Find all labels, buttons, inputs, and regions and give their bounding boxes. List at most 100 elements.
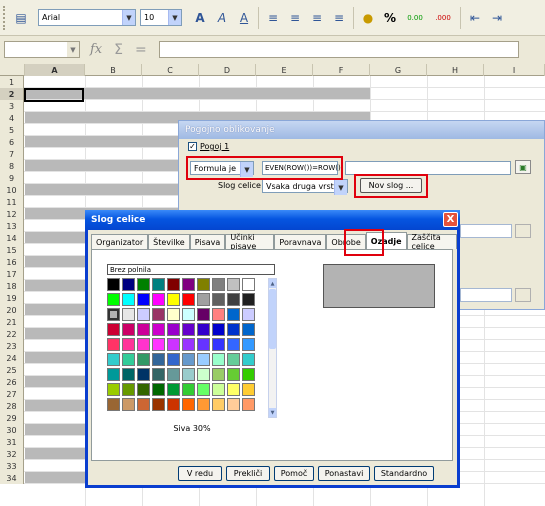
color-swatch[interactable] — [152, 368, 165, 381]
color-swatch[interactable] — [227, 308, 240, 321]
row-header[interactable]: 32 — [0, 448, 24, 460]
color-swatch[interactable] — [227, 323, 240, 336]
color-swatch[interactable] — [212, 353, 225, 366]
color-swatch[interactable] — [212, 323, 225, 336]
shrink-icon[interactable]: ▣ — [515, 160, 531, 174]
condition-3-input[interactable] — [460, 288, 512, 302]
color-swatch[interactable] — [167, 278, 180, 291]
color-swatch[interactable] — [212, 293, 225, 306]
column-header[interactable]: F — [313, 64, 370, 76]
color-swatch[interactable] — [137, 398, 150, 411]
color-swatch[interactable] — [107, 278, 120, 291]
color-swatch[interactable] — [152, 338, 165, 351]
color-swatch[interactable] — [227, 353, 240, 366]
scroll-thumb[interactable] — [269, 289, 276, 349]
name-box[interactable]: ▼ — [4, 41, 80, 58]
row-header[interactable]: 20 — [0, 304, 24, 316]
row-header[interactable]: 34 — [0, 472, 24, 484]
help-button[interactable]: Pomoč — [274, 466, 314, 481]
color-swatch[interactable] — [152, 293, 165, 306]
tab-font[interactable]: Pisava — [189, 234, 226, 249]
column-header[interactable]: C — [142, 64, 199, 76]
color-swatch[interactable] — [107, 308, 120, 321]
color-swatch[interactable] — [152, 308, 165, 321]
color-swatch[interactable] — [107, 398, 120, 411]
color-swatch[interactable] — [182, 293, 195, 306]
color-swatch[interactable] — [107, 293, 120, 306]
row-header[interactable]: 9 — [0, 172, 24, 184]
row-header[interactable]: 1 — [0, 76, 24, 88]
currency-icon[interactable]: ● — [358, 8, 378, 28]
increase-indent-icon[interactable]: ⇥ — [487, 8, 507, 28]
color-swatch[interactable] — [242, 338, 255, 351]
row-header[interactable]: 7 — [0, 148, 24, 160]
checkmark-icon[interactable]: ✓ — [188, 142, 197, 151]
dialog-title[interactable]: Pogojno oblikovanje — [179, 121, 544, 139]
color-swatch[interactable] — [212, 278, 225, 291]
formula-input[interactable] — [158, 41, 519, 58]
percent-icon[interactable]: % — [380, 8, 400, 28]
function-wizard-icon[interactable]: fx — [90, 42, 102, 57]
color-swatch[interactable] — [197, 368, 210, 381]
color-swatch[interactable] — [212, 338, 225, 351]
row-header[interactable]: 26 — [0, 376, 24, 388]
decrease-indent-icon[interactable]: ⇤ — [465, 8, 485, 28]
no-fill-option[interactable]: Brez polnila — [107, 264, 275, 275]
scroll-down-icon[interactable]: ▼ — [269, 408, 276, 417]
row-header[interactable]: 8 — [0, 160, 24, 172]
color-swatch[interactable] — [197, 398, 210, 411]
row-header[interactable]: 31 — [0, 436, 24, 448]
color-swatch[interactable] — [167, 383, 180, 396]
sheet-row[interactable]: 1 — [0, 76, 545, 88]
color-swatch[interactable] — [152, 278, 165, 291]
cancel-button[interactable]: Prekliči — [226, 466, 270, 481]
color-swatch[interactable] — [122, 278, 135, 291]
chevron-down-icon[interactable]: ▼ — [334, 180, 347, 195]
color-swatch[interactable] — [137, 323, 150, 336]
color-swatch[interactable] — [137, 383, 150, 396]
color-swatch[interactable] — [137, 278, 150, 291]
styles-icon[interactable]: ▤ — [11, 8, 31, 28]
condition-1-checkbox[interactable]: ✓ Pogoj 1 — [188, 142, 229, 151]
color-swatch[interactable] — [137, 293, 150, 306]
tab-cell-protection[interactable]: Zaščita celice — [406, 233, 457, 251]
cell-style-combo[interactable]: Vsaka druga vrsta ▼ — [262, 179, 348, 195]
color-swatch[interactable] — [122, 293, 135, 306]
color-swatch[interactable] — [242, 293, 255, 306]
color-swatch[interactable] — [137, 368, 150, 381]
color-swatch[interactable] — [182, 308, 195, 321]
row-header[interactable]: 13 — [0, 220, 24, 232]
row-header[interactable]: 4 — [0, 112, 24, 124]
row-header[interactable]: 25 — [0, 364, 24, 376]
row-header[interactable]: 28 — [0, 400, 24, 412]
row-header[interactable]: 19 — [0, 292, 24, 304]
delete-decimal-icon[interactable]: .000 — [430, 8, 456, 28]
color-swatch[interactable] — [152, 353, 165, 366]
color-swatch[interactable] — [167, 293, 180, 306]
color-swatch[interactable] — [197, 278, 210, 291]
color-swatch[interactable] — [212, 308, 225, 321]
close-icon[interactable]: X — [443, 212, 458, 227]
row-header[interactable]: 11 — [0, 196, 24, 208]
condition-input[interactable] — [345, 161, 511, 175]
color-swatch[interactable] — [122, 338, 135, 351]
align-left-icon[interactable]: ≡ — [263, 8, 283, 28]
color-swatch[interactable] — [167, 323, 180, 336]
color-swatch[interactable] — [152, 398, 165, 411]
chevron-down-icon[interactable]: ▼ — [168, 10, 181, 25]
color-swatch[interactable] — [122, 323, 135, 336]
row-header[interactable]: 23 — [0, 340, 24, 352]
color-swatch[interactable] — [182, 383, 195, 396]
color-swatch[interactable] — [197, 383, 210, 396]
scroll-up-icon[interactable]: ▲ — [269, 279, 276, 288]
color-swatch[interactable] — [167, 353, 180, 366]
color-swatch[interactable] — [227, 293, 240, 306]
column-header[interactable]: B — [85, 64, 142, 76]
align-right-icon[interactable]: ≡ — [307, 8, 327, 28]
color-swatch[interactable] — [167, 398, 180, 411]
column-header[interactable]: E — [256, 64, 313, 76]
color-swatch[interactable] — [227, 368, 240, 381]
corner-select-all[interactable] — [0, 64, 25, 76]
shrink-icon[interactable] — [515, 288, 531, 302]
row-header[interactable]: 30 — [0, 424, 24, 436]
